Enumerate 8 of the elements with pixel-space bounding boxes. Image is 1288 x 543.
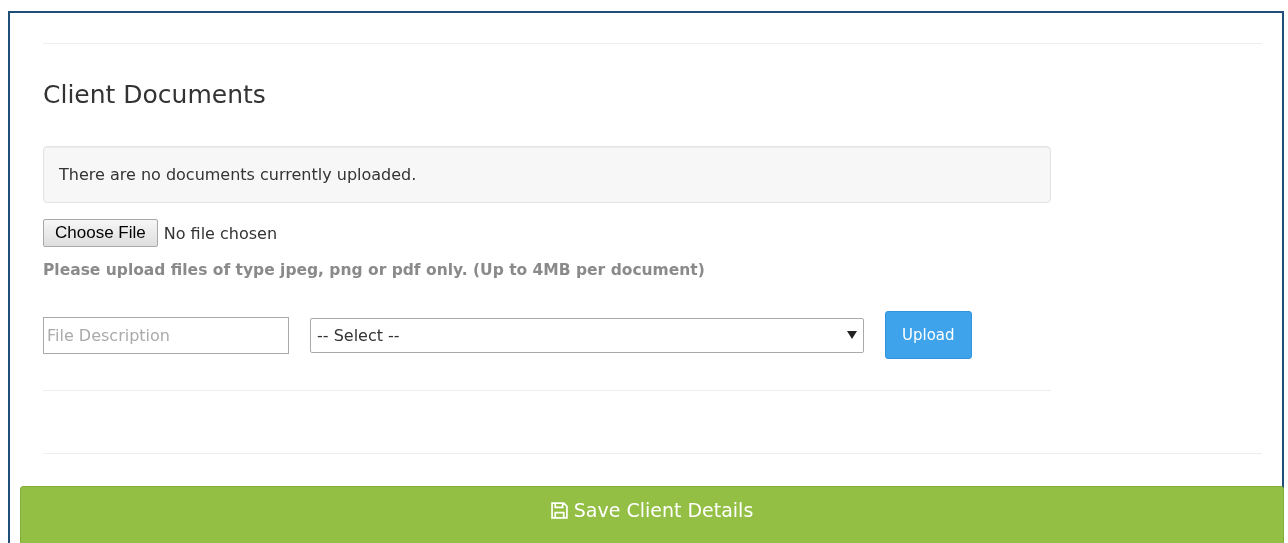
- caret-icon: [847, 331, 857, 339]
- type-select[interactable]: -- Select --: [310, 317, 864, 353]
- section-title: Client Documents: [43, 80, 267, 110]
- choose-file-button[interactable]: Choose File: [43, 219, 158, 247]
- empty-notice: There are no documents currently uploaded.: [43, 146, 1051, 203]
- file-status: No file chosen: [163, 223, 278, 243]
- description-field[interactable]: File Description: [43, 316, 289, 354]
- upload-hint: Please upload files of type jpeg, png or pdf only. (Up to 4MB per document): [43, 261, 706, 279]
